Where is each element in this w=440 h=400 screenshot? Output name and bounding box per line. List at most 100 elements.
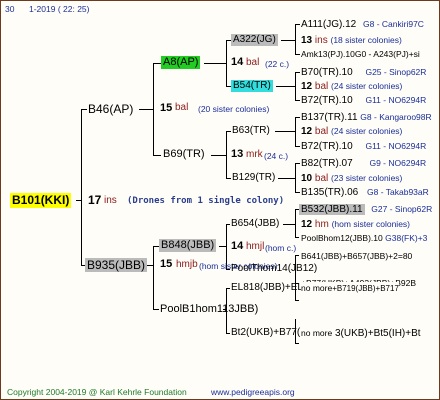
b935-mark: hmjb: [176, 259, 198, 270]
right-row-origin: 3(UKB)+Bt5(IH)+Bt: [334, 328, 421, 339]
header-num: 30: [5, 4, 15, 14]
right-row: Amk13(PJ).10G0 - A243(PJ)+si: [301, 48, 420, 60]
node-b46[interactable]: B46(AP): [88, 102, 133, 116]
connector: [226, 40, 227, 86]
right-row-origin: G11 - NO6294R: [365, 141, 427, 151]
connector: [81, 109, 82, 265]
pedigree-frame: 30 1-2019 ( 22: 25) Copyright 2004-2019 …: [0, 0, 440, 400]
right-row: B641(JBB)+B657(JBB)+2=80: [301, 250, 412, 262]
connector: [226, 288, 230, 289]
right-row: 12 hm (hom sister colonies): [301, 218, 410, 231]
node-bt2[interactable]: Bt2(UKB)+B77(Ul: [231, 327, 310, 339]
connector: [295, 209, 296, 237]
right-row: B135(TR).06 G8 - Takab93aR: [301, 186, 429, 199]
right-row-origin: +B719(JBB)+B717: [332, 284, 399, 293]
connector: [226, 131, 231, 132]
right-row-id: B72(TR).10: [301, 95, 353, 106]
right-row-note: (18 sister colonies): [330, 35, 402, 45]
right-row: no more+B719(JBB)+B717: [301, 282, 399, 295]
connector: [295, 72, 300, 73]
node-b935[interactable]: B935(JBB): [85, 258, 148, 272]
connector: [295, 24, 296, 54]
root-queen[interactable]: B101(KKI): [10, 193, 72, 208]
right-row-note: (24 sister colonies): [331, 126, 403, 136]
root-mark: ins: [104, 195, 117, 206]
connector: [295, 72, 296, 100]
connector: [219, 246, 226, 247]
right-row-id: B82(TR).07: [301, 158, 353, 169]
right-row-origin: G8 - Cankiri97C: [363, 19, 424, 29]
connector: [295, 237, 299, 238]
b46-mark: bal: [175, 102, 189, 113]
right-row: no more 3(UKB)+Bt5(IH)+Bt: [301, 327, 421, 340]
b848-num: 14: [231, 240, 244, 252]
right-row-id: A111(JG).12: [301, 19, 357, 30]
connector: [295, 54, 300, 55]
right-row-origin: G9 - NO6294R: [369, 158, 427, 168]
right-row-origin: G27 - Sinop62R: [371, 204, 433, 214]
right-row: 13 ins (18 sister colonies): [301, 34, 402, 47]
connector: [278, 178, 295, 179]
node-poolb1[interactable]: PoolB1hom113JBB): [160, 303, 258, 316]
node-b848[interactable]: B848(JBB): [159, 239, 217, 252]
connector: [153, 63, 154, 155]
right-row-id: B641(JBB)+B657(JBB)+2=80: [301, 251, 413, 261]
right-row-mark: bal: [314, 81, 329, 92]
node-b129[interactable]: B129(TR): [232, 172, 275, 184]
right-row-id: B70(TR).10: [301, 67, 353, 78]
right-row-num: 10: [301, 173, 313, 184]
node-b69[interactable]: B69(TR): [163, 148, 205, 161]
right-row-id: B532(JBB).11: [299, 204, 365, 215]
right-row-origin: G25 - Sinop62R: [365, 67, 427, 77]
connector: [81, 109, 87, 110]
connector: [295, 100, 300, 101]
right-row: B72(TR).10 G11 - NO6294R: [301, 94, 426, 107]
connector: [275, 131, 295, 132]
right-row: 10 bal (23 sister colonies): [301, 172, 402, 185]
right-row-note: (hom sister colonies): [331, 219, 411, 229]
footer-site[interactable]: www.pedigreeapis.org: [211, 386, 295, 398]
a8-note: (22 c.): [265, 59, 290, 69]
root-num: 17: [88, 193, 102, 207]
poolthom-num: 12): [302, 263, 318, 274]
node-b54[interactable]: B54(TR): [231, 80, 273, 92]
node-b63[interactable]: B63(TR): [232, 125, 270, 137]
connector: [147, 265, 153, 266]
right-row-num: 13: [301, 35, 313, 46]
right-row-mark: hm: [314, 219, 329, 230]
connector: [153, 155, 161, 156]
connector: [139, 109, 153, 110]
footer-copyright: Copyright 2004-2019 @ Karl Kehrle Founda…: [7, 387, 187, 397]
right-row: PoolBhom12(JBB).10 G38(FK)+3: [301, 232, 427, 244]
connector: [76, 200, 82, 201]
connector: [226, 333, 230, 334]
connector: [295, 343, 299, 344]
connector: [295, 146, 300, 147]
right-row: A111(JG).12 G8 - Cankiri97C: [301, 18, 424, 31]
connector: [295, 255, 299, 256]
root-note: (Drones from 1 single colony): [127, 196, 285, 206]
right-row-id: no more: [301, 283, 333, 293]
connector: [295, 117, 296, 146]
poolb1-label: PoolB1hom113: [160, 303, 235, 315]
node-a322[interactable]: A322(JG): [231, 34, 278, 46]
right-row-origin: G8 - Takab93aR: [367, 187, 429, 197]
right-row: B532(JBB).11 G27 - Sinop62R: [299, 203, 432, 216]
connector: [295, 300, 299, 301]
connector: [295, 163, 296, 192]
node-a8[interactable]: A8(AP): [161, 56, 201, 69]
right-row: 12 bal (24 sister colonies): [301, 125, 402, 138]
connector: [204, 63, 226, 64]
node-poolthom[interactable]: PoolThom14(JB12): [231, 263, 317, 275]
connector: [295, 192, 300, 193]
right-row: B82(TR).07 G9 - NO6294R: [301, 157, 426, 170]
node-b654[interactable]: B654(JBB): [231, 218, 279, 230]
poolb1-suffix: JBB): [234, 303, 259, 315]
b848-note: (hom c.): [265, 243, 297, 253]
right-row-id: B137(TR).11: [301, 112, 358, 123]
b69-mark: mrk: [246, 149, 263, 160]
header-date: 1-2019 ( 22: 25): [29, 4, 90, 14]
connector: [226, 131, 227, 178]
b935-num: 15: [160, 258, 173, 270]
right-row-origin: G11 - NO6294R: [365, 95, 427, 105]
